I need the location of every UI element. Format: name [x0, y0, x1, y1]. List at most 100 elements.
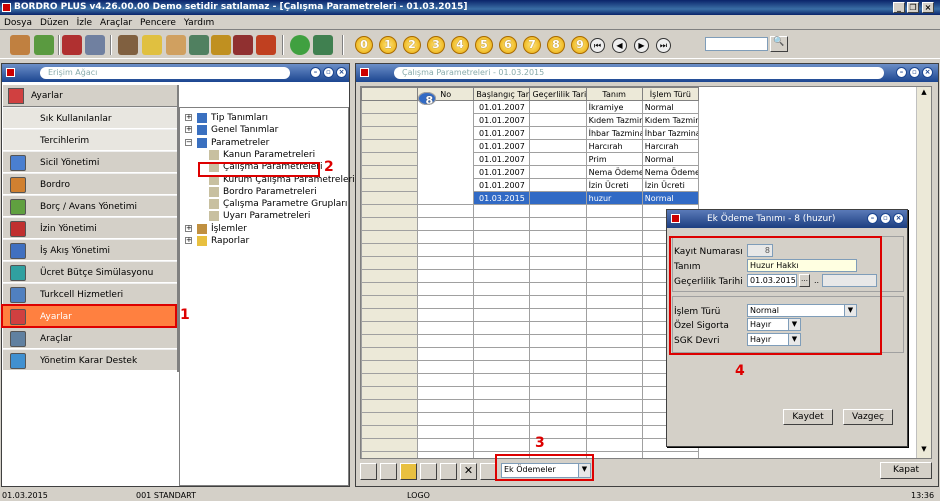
table-row[interactable]: 401.01.2007HarcırahHarcırah — [361, 92, 700, 153]
menu-dosya[interactable]: Dosya — [0, 16, 36, 30]
table-row[interactable]: 501.01.2007PrimNormal — [361, 92, 700, 166]
delete-icon[interactable] — [420, 463, 437, 480]
calendar-icon[interactable] — [62, 35, 82, 55]
table-row[interactable]: 201.01.2007Kıdem TazminatıKıdem Tazminat… — [361, 92, 700, 127]
number-9-button[interactable]: 9 — [571, 36, 589, 54]
sidebar-item-1[interactable]: Bordro — [3, 173, 177, 195]
printer-icon[interactable] — [85, 35, 105, 55]
star-icon[interactable] — [142, 35, 162, 55]
sidebar-item-label: İş Akış Yönetimi — [40, 246, 110, 256]
collapse-icon[interactable]: − — [185, 138, 192, 146]
dialog-close-button[interactable]: × — [893, 213, 904, 224]
panel-minimize-button[interactable]: – — [310, 67, 321, 78]
sidebar-item-3[interactable]: İzin Yönetimi — [3, 217, 177, 239]
panel-close-button[interactable]: × — [336, 67, 347, 78]
panel-minimize-button[interactable]: – — [896, 67, 907, 78]
table-row[interactable]: 101.01.2007İkramiyeNormal — [361, 92, 700, 114]
minimize-button[interactable]: _ — [893, 2, 905, 13]
users-icon[interactable] — [10, 35, 30, 55]
number-2-button[interactable]: 2 — [403, 36, 421, 54]
table-row[interactable]: 301.01.2007İhbar Tazminatıİhbar Tazminat… — [361, 92, 700, 140]
sidebar-item-preferences[interactable]: Tercihlerim — [3, 129, 177, 151]
expand-icon[interactable]: + — [185, 114, 192, 121]
access-tree-panel: Erişim Ağacı – ▫ × Ayarlar Sık Kullanıla… — [1, 63, 355, 487]
empty-row — [361, 386, 700, 400]
money-icon[interactable] — [189, 35, 209, 55]
tree-node-icon — [209, 149, 219, 160]
column-header[interactable]: Başlangıç Tarihi — [473, 87, 531, 101]
tree-node-label: Bordro Parametreleri — [223, 186, 317, 197]
menu-pencere[interactable]: Pencere — [136, 16, 180, 30]
document-icon[interactable] — [166, 35, 186, 55]
tree-icon[interactable] — [34, 35, 54, 55]
dialog-header: Ek Ödeme Tanımı - 8 (huzur) – ▫ × — [667, 210, 907, 228]
close-button[interactable]: × — [922, 2, 934, 13]
menu-araclar[interactable]: Araçlar — [96, 16, 136, 30]
menu-duzen[interactable]: Düzen — [36, 16, 73, 30]
next-record-icon[interactable]: ▶ — [634, 38, 649, 53]
dialog-restore-button[interactable]: ▫ — [880, 213, 891, 224]
number-5-button[interactable]: 5 — [475, 36, 493, 54]
person-icon[interactable] — [118, 35, 138, 55]
sidebar-item-5[interactable]: Ücret Bütçe Simülasyonu — [3, 261, 177, 283]
search-button[interactable]: 🔍 — [770, 36, 788, 52]
number-7-button[interactable]: 7 — [523, 36, 541, 54]
menu-yardim[interactable]: Yardım — [180, 16, 218, 30]
column-header[interactable]: Tanım — [585, 87, 643, 101]
sidebar-item-favorites[interactable]: Sık Kullanılanlar — [3, 107, 177, 129]
cancel-icon[interactable]: ✕ — [460, 463, 477, 480]
number-8-button[interactable]: 8 — [547, 36, 565, 54]
sidebar-item-label: Araçlar — [40, 334, 73, 344]
save-button[interactable]: Kaydet — [783, 409, 833, 425]
sidebar-item-9[interactable]: Yönetim Karar Destek — [3, 349, 177, 371]
expand-icon[interactable]: + — [185, 126, 192, 134]
scroll-down-icon[interactable]: ▼ — [918, 445, 930, 457]
sidebar-item-6[interactable]: Turkcell Hizmetleri — [3, 283, 177, 305]
dialog-minimize-button[interactable]: – — [867, 213, 878, 224]
tools-icon[interactable] — [233, 35, 253, 55]
number-4-button[interactable]: 4 — [451, 36, 469, 54]
search-input[interactable] — [705, 37, 768, 51]
open-folder-icon[interactable] — [400, 463, 417, 480]
refresh-icon[interactable] — [440, 463, 457, 480]
restore-button[interactable]: ❐ — [907, 2, 919, 13]
number-3-button[interactable]: 3 — [427, 36, 445, 54]
menu-izle[interactable]: İzle — [73, 16, 96, 30]
panel-restore-button[interactable]: ▫ — [323, 67, 334, 78]
column-header[interactable]: Geçerlilik Tarihi — [529, 87, 587, 101]
sidebar-item-0[interactable]: Sicil Yönetimi — [3, 151, 177, 173]
table-row[interactable]: 701.01.2007İzin Ücretiİzin Ücreti — [361, 92, 700, 192]
table-cell: 01.01.2007 — [473, 178, 531, 192]
sidebar-item-2[interactable]: Borç / Avans Yönetimi — [3, 195, 177, 217]
sidebar-item-4[interactable]: İş Akış Yönetimi — [3, 239, 177, 261]
number-1-button[interactable]: 1 — [379, 36, 397, 54]
exit-icon[interactable] — [313, 35, 333, 55]
copy-icon[interactable] — [380, 463, 397, 480]
new-icon[interactable] — [360, 463, 377, 480]
alarm-icon[interactable] — [256, 35, 276, 55]
empty-row — [361, 399, 700, 413]
panel-restore-button[interactable]: ▫ — [909, 67, 920, 78]
table-row[interactable]: 8 01.03.2015 huzur Normal — [361, 92, 700, 205]
first-record-icon[interactable]: ⏮ — [590, 38, 605, 53]
sidebar-item-8[interactable]: Araçlar — [3, 327, 177, 349]
number-6-button[interactable]: 6 — [499, 36, 517, 54]
sidebar-item-label: Tercihlerim — [40, 136, 90, 146]
column-header[interactable]: İşlem Türü — [641, 87, 700, 101]
scroll-up-icon[interactable]: ▲ — [918, 88, 930, 100]
grid-scrollbar[interactable]: ▲ ▼ — [916, 87, 931, 458]
close-panel-button[interactable]: Kapat — [880, 462, 932, 479]
panel-close-button[interactable]: × — [922, 67, 933, 78]
table-row[interactable]: 601.01.2007Nema ÖdemesiNema Ödemesi — [361, 92, 700, 179]
previous-record-icon[interactable]: ◀ — [612, 38, 627, 53]
help-icon[interactable] — [290, 35, 310, 55]
sidebar-header[interactable]: Ayarlar — [3, 85, 177, 107]
number-0-button[interactable]: 0 — [355, 36, 373, 54]
module-icon — [10, 353, 26, 369]
expand-icon[interactable]: + — [185, 224, 192, 232]
last-record-icon[interactable]: ⏭ — [656, 38, 671, 53]
cancel-button[interactable]: Vazgeç — [843, 409, 893, 425]
empty-row — [361, 217, 700, 231]
expand-icon[interactable]: + — [185, 237, 192, 244]
coin-icon[interactable] — [211, 35, 231, 55]
